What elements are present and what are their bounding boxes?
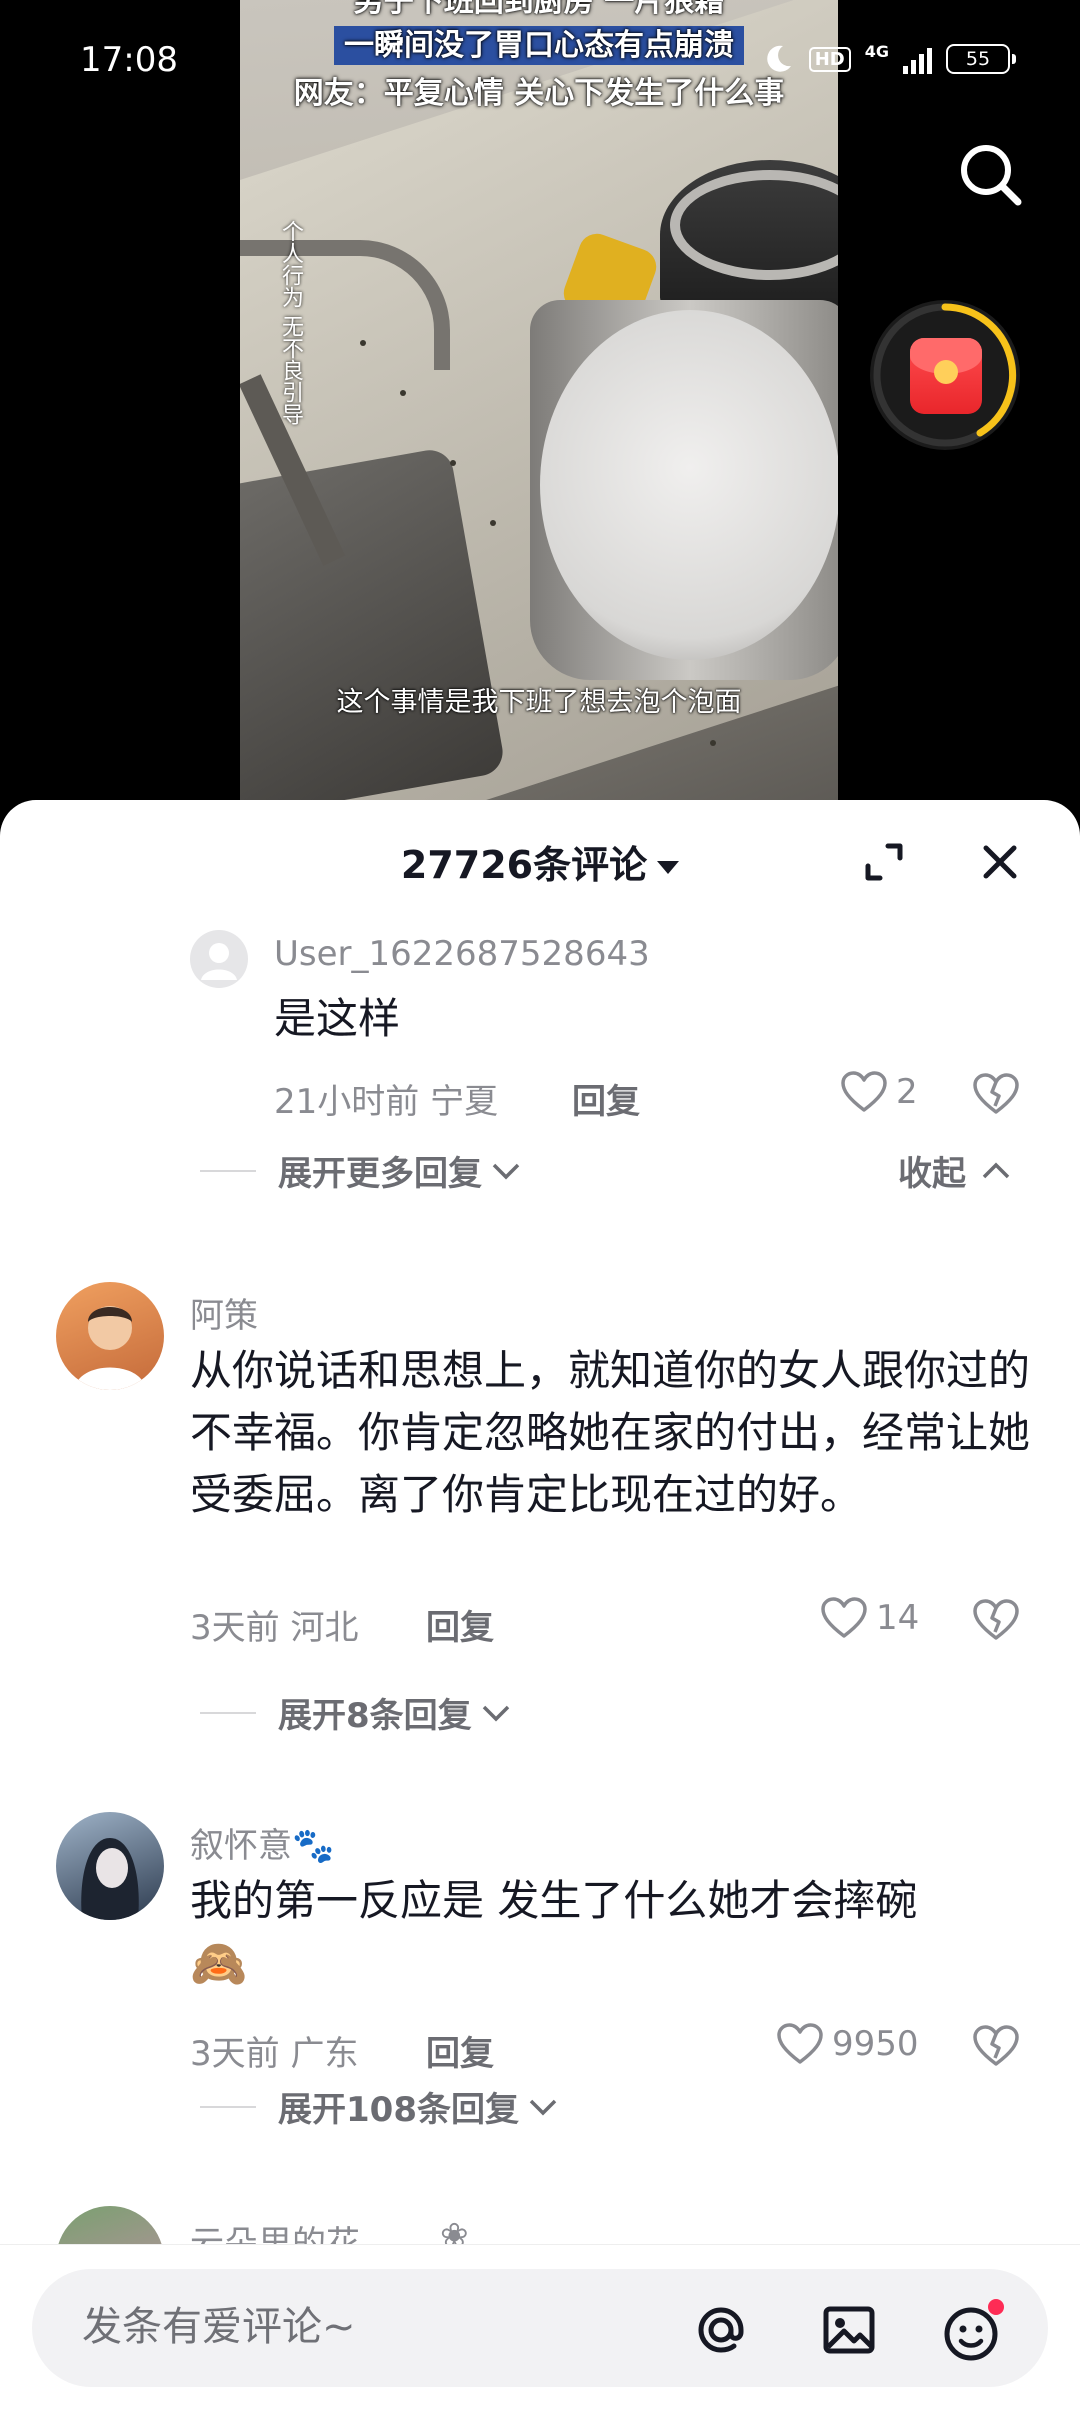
search-icon: [961, 145, 1022, 206]
comment-item: 阿策 从你说话和思想上，就知道你的女人跟你过的不幸福。你肯定忽略她在家的付出，经…: [0, 1270, 1080, 1670]
comment-sheet: 27726条评论 User_1622687528643 是这样 21小时前 宁夏…: [0, 800, 1080, 2412]
avatar[interactable]: [56, 1812, 164, 1920]
like-button[interactable]: 9950: [776, 2022, 919, 2066]
network-type: 4G: [864, 42, 889, 61]
collapse-label: 收起: [898, 1154, 966, 1194]
broken-heart-icon: [973, 2025, 1019, 2066]
notification-dot: [988, 2299, 1004, 2315]
avatar[interactable]: [190, 930, 248, 988]
expand-replies-label: 展开更多回复: [278, 1154, 482, 1194]
battery-level: 55: [965, 48, 991, 70]
signal-icon: [903, 44, 932, 74]
comment-count: 27726条评论: [400, 843, 648, 887]
expand-button[interactable]: [862, 840, 906, 884]
comment-input[interactable]: [82, 2297, 642, 2357]
heart-icon: [841, 1071, 887, 1112]
mention-button[interactable]: [690, 2299, 752, 2361]
divider: [200, 2105, 256, 2108]
dislike-button[interactable]: [972, 1598, 1020, 1646]
comment-count-dropdown[interactable]: 27726条评论: [0, 834, 1080, 889]
comment-text: 是这样: [274, 994, 401, 1043]
comment-sheet-header: 27726条评论: [0, 800, 1080, 900]
battery-icon: 55: [946, 44, 1016, 74]
video-subtitle: 这个事情是我下班了想去泡个泡面: [336, 687, 742, 718]
avatar-image: [74, 1306, 146, 1390]
close-icon: [983, 845, 1017, 879]
comment-text: 从你说话和思想上，就知道你的女人跟你过的不幸福。你肯定忽略她在家的付出，经常让她…: [190, 1346, 1031, 1519]
comment-username[interactable]: 叙怀意🐾: [190, 1818, 334, 1867]
red-packet-coin: [934, 360, 958, 384]
hd-badge: HD: [808, 46, 851, 72]
expand-replies-label: 展开108条回复: [278, 2090, 519, 2130]
reply-button[interactable]: 回复: [572, 1074, 640, 1123]
red-packet-button[interactable]: [870, 300, 1020, 450]
like-count: 14: [876, 1598, 920, 1638]
video-caption-line2-text: 一瞬间没了胃口心态有点崩溃: [334, 26, 744, 65]
chevron-up-icon: [982, 1162, 1010, 1178]
avatar[interactable]: [56, 1282, 164, 1390]
like-button[interactable]: 14: [820, 1596, 919, 1640]
reply-button[interactable]: 回复: [426, 1600, 494, 1649]
emoji-sticker: 🙈: [190, 1936, 248, 1990]
emoji-button[interactable]: [940, 2299, 1004, 2361]
video-scene-pot-lid: [540, 310, 838, 660]
broken-heart-icon: [973, 1599, 1019, 1640]
video-caption-line2: 一瞬间没了胃口心态有点崩溃: [240, 20, 838, 65]
status-icons: HD 4G 55: [761, 42, 1016, 76]
video-player[interactable]: 男子下班回到厨房 一片狼藉 一瞬间没了胃口心态有点崩溃 网友：平复心情 关心下发…: [0, 0, 1080, 820]
expand-replies-button[interactable]: 展开108条回复: [200, 2082, 563, 2131]
do-not-disturb-moon-icon: [766, 45, 791, 72]
video-scene-dirt: [360, 340, 366, 346]
close-button[interactable]: [978, 840, 1022, 884]
video-caption-line1: 男子下班回到厨房 一片狼藉: [353, 0, 725, 19]
caret-down-icon: [657, 861, 680, 874]
comment-text: 我的第一反应是 发生了什么她才会摔碗 🙈: [190, 1870, 1030, 1996]
avatar-image: [81, 1838, 139, 1920]
divider: [200, 1169, 256, 1172]
heart-icon: [821, 1597, 867, 1638]
video-scene-dirt: [400, 390, 406, 396]
dislike-button[interactable]: [972, 1072, 1020, 1120]
video-scene-dirt: [710, 740, 716, 746]
expand-more-replies-button[interactable]: 展开更多回复: [200, 1146, 526, 1195]
video-frame[interactable]: 男子下班回到厨房 一片狼藉 一瞬间没了胃口心态有点崩溃 网友：平复心情 关心下发…: [240, 0, 838, 800]
search-button[interactable]: [956, 140, 1026, 210]
reply-button[interactable]: 回复: [426, 2026, 494, 2075]
at-icon: [698, 2307, 744, 2353]
reply-item: User_1622687528643 是这样 21小时前 宁夏 回复 2: [0, 900, 1080, 1122]
like-count: 9950: [832, 2024, 919, 2064]
image-button[interactable]: [818, 2299, 880, 2361]
comment-item: 叙怀意🐾 我的第一反应是 发生了什么她才会摔碗 🙈 3天前 广东 回复 9950: [0, 1800, 1080, 2100]
chevron-down-icon: [529, 2099, 557, 2115]
comment-time-location: 3天前 广东: [190, 2034, 359, 2074]
video-caption-line3: 网友：平复心情 关心下发生了什么事: [293, 76, 785, 111]
dislike-button[interactable]: [972, 2024, 1020, 2072]
chevron-down-icon: [492, 1163, 520, 1179]
broken-heart-icon: [973, 1073, 1019, 1114]
comment-time-location: 21小时前 宁夏: [274, 1082, 499, 1122]
expand-replies-button[interactable]: 展开8条回复: [200, 1688, 516, 1737]
comment-username[interactable]: 阿策: [190, 1288, 258, 1337]
comment-input-box[interactable]: [32, 2269, 1048, 2387]
expand-icon: [865, 843, 903, 881]
default-user-icon: [201, 943, 237, 980]
video-scene-dirt: [490, 520, 496, 526]
expand-replies-label: 展开8条回复: [278, 1696, 472, 1736]
like-count: 2: [896, 1072, 918, 1112]
comment-time-location: 3天前 河北: [190, 1608, 359, 1648]
comment-username[interactable]: User_1622687528643: [274, 934, 650, 974]
like-button[interactable]: 2: [840, 1070, 918, 1114]
comment-text-body: 我的第一反应是 发生了什么她才会摔碗: [190, 1876, 918, 1925]
collapse-button[interactable]: 收起: [898, 1146, 1016, 1195]
heart-icon: [777, 2023, 823, 2064]
comment-input-bar: [0, 2244, 1080, 2412]
status-time: 17:08: [80, 40, 178, 80]
image-icon: [823, 2306, 875, 2354]
chevron-down-icon: [482, 1705, 509, 1721]
video-scene-dirt: [450, 460, 456, 466]
video-side-note: 个人行为 无不良引导: [278, 220, 303, 425]
emoji-icon: [944, 2299, 1004, 2361]
divider: [200, 1711, 256, 1714]
